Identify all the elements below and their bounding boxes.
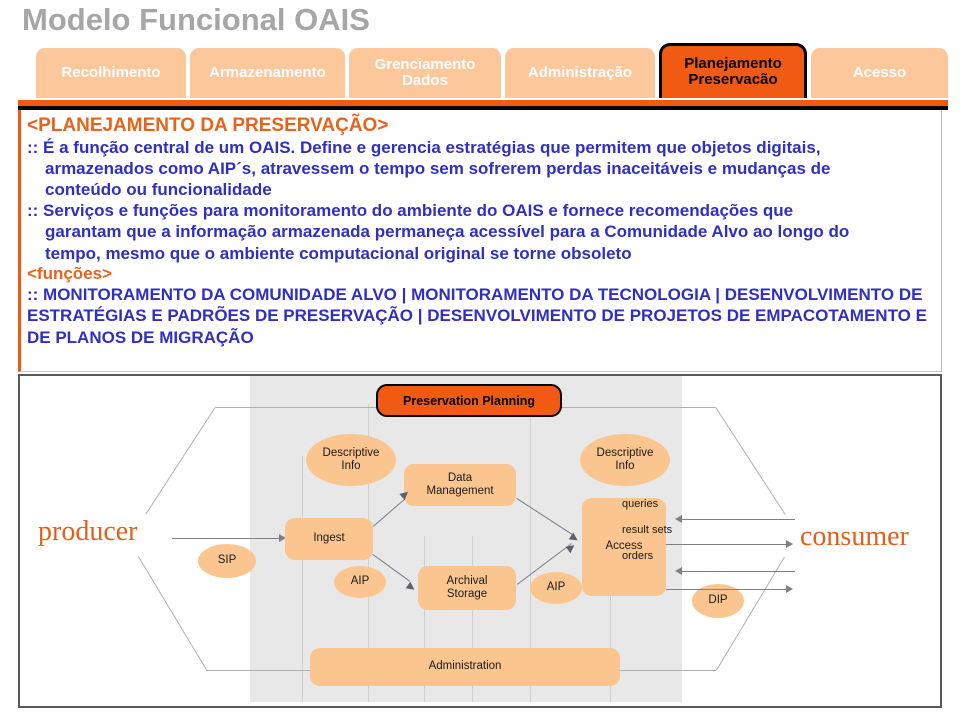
orders-flow-label: orders	[622, 550, 654, 562]
node-label-line1: Data	[447, 471, 473, 484]
page-title: Modelo Funcional OAIS	[22, 2, 370, 37]
data-management-node[interactable]: Data Management	[404, 464, 516, 506]
node-label-line1: Descriptive	[596, 446, 654, 459]
tab-label-line2: Preservacão	[688, 71, 778, 88]
tab-underline-black	[18, 106, 948, 110]
preservation-planning-node[interactable]: Preservation Planning	[376, 384, 562, 417]
tab-label: Administração	[527, 64, 633, 82]
node-label: Ingest	[313, 532, 345, 545]
consumer-actor: consumer	[800, 521, 909, 552]
queries-flow-arrow	[682, 519, 795, 520]
node-label: Descriptive Info	[323, 447, 380, 473]
orders-flow-arrow	[682, 571, 795, 572]
administration-node[interactable]: Administration	[310, 648, 620, 686]
bullet-line: :: MONITORAMENTO DA COMUNIDADE ALVO | MO…	[27, 285, 720, 305]
tab-label-line1: Grenciamento	[374, 56, 476, 74]
aip-left-package-node: AIP	[334, 566, 386, 598]
dip-delivery-arrow	[666, 589, 786, 590]
tab-label-wrap: Grenciamento Dados	[375, 57, 476, 89]
node-label: Archival Storage	[447, 575, 488, 601]
bullet-line: :: Serviços e funções para monitoramento…	[27, 201, 794, 221]
aip-right-package-node: AIP	[530, 572, 582, 604]
node-label: Descriptive Info	[597, 447, 654, 473]
node-label: SIP	[217, 554, 237, 567]
slide-root: Modelo Funcional OAIS Recolhimento Armaz…	[0, 0, 960, 712]
node-label: DIP	[708, 594, 728, 607]
tab-bar: Recolhimento Armazenamento Grenciamento …	[18, 43, 948, 100]
ingest-node[interactable]: Ingest	[285, 518, 373, 560]
tab-label-wrap: Planejamento Preservacão	[684, 56, 782, 88]
tab-recolhimento[interactable]: Recolhimento	[36, 48, 186, 98]
tab-grenciamento-dados[interactable]: Grenciamento Dados	[349, 48, 501, 98]
node-label-line2: Info	[341, 460, 361, 472]
sip-package-node: SIP	[198, 544, 256, 578]
queries-flow-label: queries	[622, 498, 659, 510]
tab-planejamento-preservacao[interactable]: Planejamento Preservacão	[659, 43, 807, 98]
result-sets-flow-arrowhead	[786, 540, 793, 548]
hexagon-lower-left-edge	[138, 556, 207, 670]
hexagon-upper-left-edge	[145, 406, 216, 515]
tab-label-line2: Dados	[402, 72, 448, 89]
bullet-line: tempo, mesmo que o ambiente computaciona…	[45, 243, 632, 263]
producer-to-ingest-arrow	[172, 538, 279, 539]
access-node[interactable]: Access	[582, 498, 666, 596]
oais-functional-diagram: Preservation Planning producer consumer …	[18, 374, 942, 708]
content-heading: <PLANEJAMENTO DA PRESERVAÇÃO>	[27, 115, 389, 136]
node-label-line1: Archival	[446, 574, 488, 587]
node-label: AIP	[546, 581, 566, 594]
content-subheading: <funções>	[27, 263, 113, 283]
queries-flow-arrowhead	[675, 515, 682, 523]
result-sets-flow-label: result sets	[622, 524, 673, 536]
tab-label-line1: Planejamento	[684, 55, 782, 73]
content-panel: <PLANEJAMENTO DA PRESERVAÇÃO> :: É a fun…	[18, 110, 942, 372]
orders-flow-arrowhead	[675, 567, 682, 575]
content-bullet-3: :: MONITORAMENTO DA COMUNIDADE ALVO | MO…	[27, 284, 941, 347]
bullet-line: conteúdo ou funcionalidade	[45, 180, 272, 200]
tab-label: Recolhimento	[61, 64, 161, 82]
node-label-line2: Storage	[446, 588, 488, 600]
node-label: Administration	[428, 660, 502, 673]
dip-delivery-arrowhead	[786, 585, 793, 593]
archival-storage-node[interactable]: Archival Storage	[418, 566, 516, 610]
bullet-line: :: É a função central de um OAIS. Define…	[27, 138, 821, 158]
content-bullet-1: :: É a função central de um OAIS. Define…	[27, 137, 941, 200]
bullet-line: armazenados como AIP´s, atravessem o tem…	[45, 159, 831, 179]
node-label: Data Management	[426, 472, 493, 498]
content-bullet-2: :: Serviços e funções para monitoramento…	[27, 200, 941, 263]
tab-armazenamento[interactable]: Armazenamento	[190, 48, 345, 98]
node-label-line2: Info	[615, 460, 635, 472]
tab-acesso[interactable]: Acesso	[811, 48, 948, 98]
node-label: AIP	[350, 575, 370, 588]
result-sets-flow-arrow	[666, 544, 786, 545]
producer-actor: producer	[38, 516, 138, 547]
hexagon-upper-right-edge	[715, 407, 786, 515]
descriptive-info-left-node: Descriptive Info	[306, 434, 396, 486]
bullet-line: garantam que a informação armazenada per…	[45, 222, 850, 242]
guide-line	[302, 456, 303, 702]
node-label-line2: Management	[426, 485, 494, 497]
node-label-line1: Descriptive	[322, 446, 380, 459]
tab-label: Armazenamento	[209, 64, 326, 82]
descriptive-info-right-node: Descriptive Info	[580, 434, 670, 486]
tab-label: Acesso	[852, 64, 907, 82]
tab-administracao[interactable]: Administração	[505, 48, 655, 98]
node-label: Preservation Planning	[403, 393, 535, 408]
